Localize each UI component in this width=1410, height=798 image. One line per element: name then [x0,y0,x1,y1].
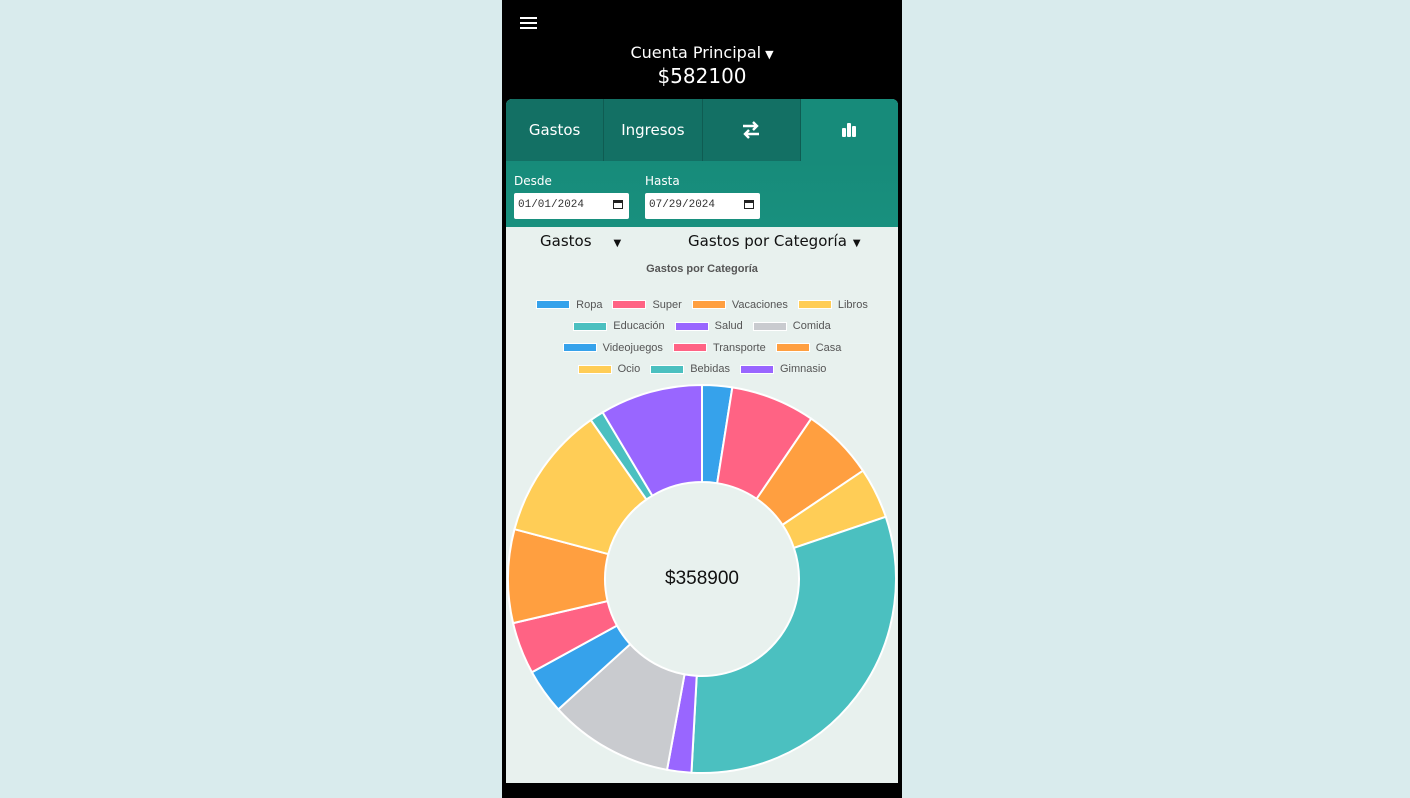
legend-item[interactable]: Ropa [536,299,602,311]
legend-swatch [573,321,608,331]
legend-row: Ropa Super Vacaciones Libros [506,294,898,316]
from-date-value: 01/01/2024 [518,199,585,211]
legend-item[interactable]: Comida [752,320,831,333]
legend-swatch [577,364,612,374]
legend-label: Salud [714,320,743,333]
donut-slice-educación[interactable] [690,515,897,774]
legend-label: Gimnasio [779,363,827,376]
legend-item[interactable]: Gimnasio [739,363,827,376]
tab-statistics[interactable] [800,99,898,161]
bar-chart-icon [842,123,857,137]
chart-legend: Ropa Super Vacaciones Libros Educación Salud… [506,294,898,380]
legend-swatch [650,364,685,374]
legend-swatch [691,300,726,310]
calendar-icon [613,200,623,209]
type-select[interactable]: Gastos ▼ [540,232,621,250]
date-filters: Desde 01/01/2024 Hasta 07/29/2024 [506,161,898,227]
legend-swatch [562,343,597,353]
tab-gastos[interactable]: Gastos [506,99,605,161]
legend-swatch [674,321,709,331]
legend-row: Videojuegos Transporte Casa [506,337,898,359]
legend-item[interactable]: Videojuegos [562,341,663,354]
to-date-value: 07/29/2024 [649,199,716,211]
legend-item[interactable]: Vacaciones [691,298,788,311]
legend-label: Videojuegos [602,341,663,354]
chart-center-total: $358900 [665,568,739,589]
legend-label: Educación [613,320,665,333]
transfer-icon [743,121,760,139]
legend-item[interactable]: Ocio [577,363,641,376]
hamburger-menu-icon[interactable] [518,14,540,32]
legend-label: Ocio [617,363,641,376]
from-date-input[interactable]: 01/01/2024 [514,193,629,219]
legend-label: Libros [837,298,868,311]
legend-label: Super [652,298,682,311]
account-name: Cuenta Principal [630,43,762,62]
tab-transfers[interactable] [702,99,801,161]
legend-label: Transporte [712,341,766,354]
legend-label: Bebidas [690,363,730,376]
legend-swatch [739,364,774,374]
legend-item[interactable]: Transporte [672,341,766,354]
calendar-icon [744,200,754,209]
view-select[interactable]: Gastos por Categoría ▼ [688,232,861,250]
legend-swatch [797,300,832,310]
legend-label: Casa [815,341,842,354]
main-card: Gastos Ingresos Desde 01/01/2024 Hasta 0… [506,99,898,783]
chevron-down-icon: ▼ [613,238,622,249]
tab-bar: Gastos Ingresos [506,99,898,161]
account-selector[interactable]: Cuenta Principal ▼ [502,43,902,62]
chevron-down-icon: ▼ [765,48,774,61]
legend-item[interactable]: Salud [674,320,743,333]
legend-swatch [536,300,571,310]
to-label: Hasta [645,174,680,188]
phone-screen: Cuenta Principal ▼ $582100 Gastos Ingreso… [502,0,902,798]
chart-title: Gastos por Categoría [646,263,758,275]
legend-label: Comida [792,320,831,333]
legend-item[interactable]: Casa [775,341,842,354]
legend-item[interactable]: Super [612,298,682,311]
legend-label: Vacaciones [731,298,788,311]
legend-item[interactable]: Libros [797,298,868,311]
tab-ingresos[interactable]: Ingresos [604,99,703,161]
view-select-value: Gastos por Categoría [688,232,847,250]
legend-item[interactable]: Educación [573,320,665,333]
legend-swatch [752,321,787,331]
legend-swatch [612,300,647,310]
type-select-value: Gastos [540,232,592,250]
chevron-down-icon: ▼ [852,238,861,249]
legend-row: Educación Salud Comida [506,316,898,338]
account-balance: $582100 [657,64,747,88]
legend-label: Ropa [576,298,603,311]
legend-swatch [775,343,810,353]
legend-swatch [672,343,707,353]
legend-item[interactable]: Bebidas [650,363,730,375]
to-date-input[interactable]: 07/29/2024 [645,193,760,219]
from-label: Desde [514,174,552,188]
